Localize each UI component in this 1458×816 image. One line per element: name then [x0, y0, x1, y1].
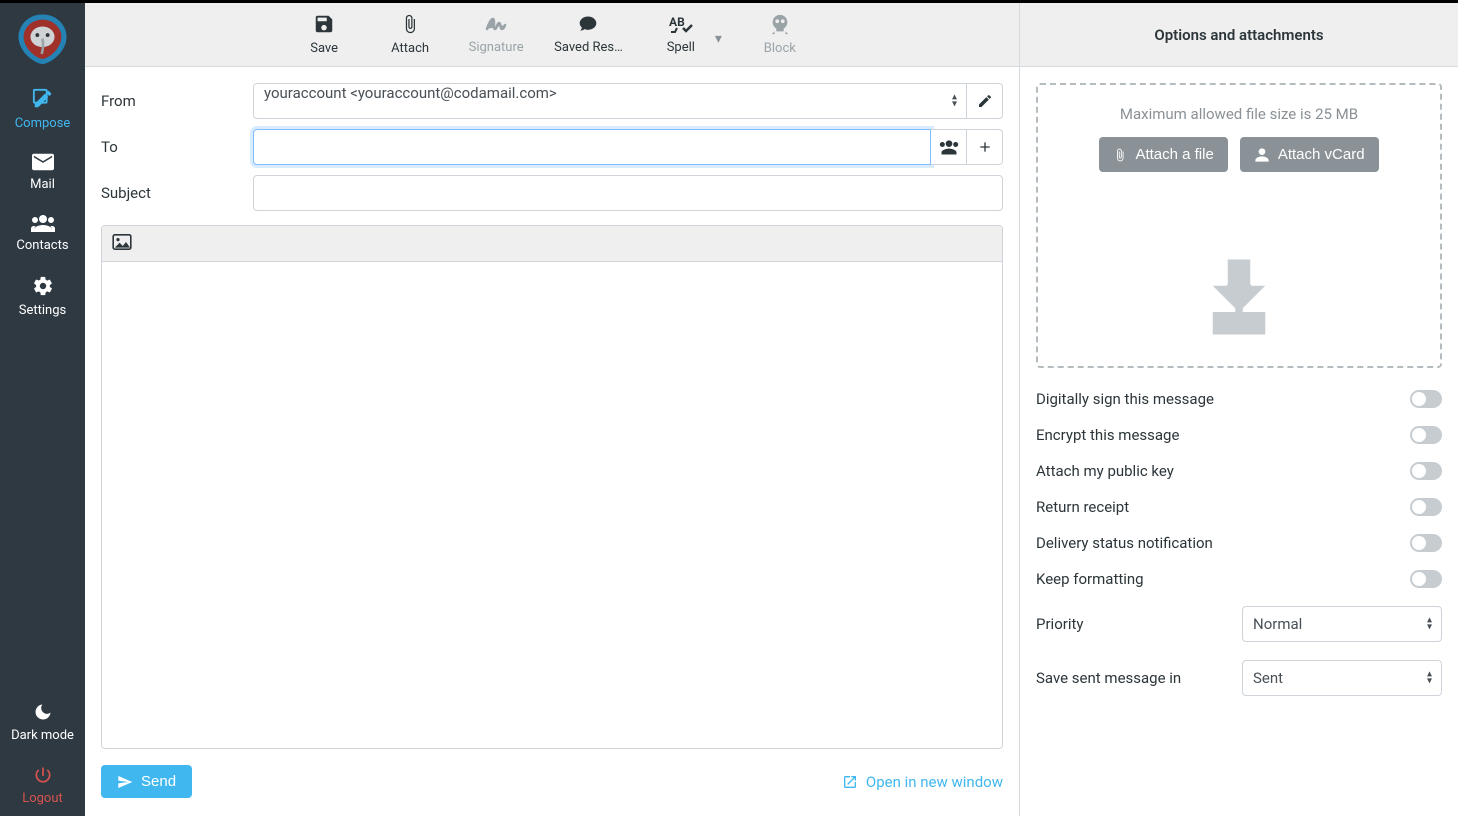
editor: [101, 225, 1003, 749]
saved-responses-button[interactable]: Saved Res…: [554, 14, 623, 55]
download-icon: [1194, 252, 1284, 342]
savein-select[interactable]: Sent: [1242, 660, 1442, 696]
main-column: Save Attach Signature Saved Res… AB Spel…: [85, 3, 1020, 816]
attach-vcard-button[interactable]: Attach vCard: [1240, 137, 1379, 172]
add-recipient-button[interactable]: [967, 129, 1003, 165]
sidebar-item-label: Contacts: [16, 238, 68, 253]
sidebar-item-contacts[interactable]: Contacts: [0, 202, 85, 263]
sidebar-item-label: Mail: [30, 177, 55, 192]
paperclip-icon: [400, 13, 420, 35]
toolbar-label: Signature: [469, 40, 524, 55]
sidebar-item-compose[interactable]: Compose: [0, 76, 85, 141]
image-icon: [112, 234, 132, 250]
send-icon: [117, 774, 133, 790]
edit-identity-button[interactable]: [967, 83, 1003, 119]
sidebar-item-logout[interactable]: Logout: [0, 753, 85, 816]
option-label: Encrypt this message: [1036, 426, 1179, 444]
to-input[interactable]: [253, 129, 931, 165]
send-button[interactable]: Send: [101, 765, 192, 798]
save-button[interactable]: Save: [296, 13, 352, 56]
maxsize-hint: Maximum allowed file size is 25 MB: [1050, 105, 1428, 123]
from-label: From: [101, 92, 253, 110]
toolbar-label: Attach: [391, 41, 429, 56]
app-logo: [15, 11, 70, 66]
subject-label: Subject: [101, 184, 253, 202]
attach-file-button[interactable]: Attach a file: [1099, 137, 1227, 172]
option-label: Delivery status notification: [1036, 534, 1213, 552]
editor-toolbar: [102, 226, 1002, 262]
toolbar-label: Block: [764, 41, 796, 56]
sidebar-item-label: Dark mode: [11, 728, 74, 743]
mail-icon: [32, 153, 54, 171]
savein-label: Save sent message in: [1036, 669, 1181, 687]
signature-button: Signature: [468, 14, 524, 55]
toggle-sign[interactable]: [1410, 390, 1442, 408]
contacts-icon: [939, 139, 959, 155]
save-icon: [313, 13, 335, 35]
toggle-return-receipt[interactable]: [1410, 498, 1442, 516]
priority-select[interactable]: Normal: [1242, 606, 1442, 642]
toggle-attach-key[interactable]: [1410, 462, 1442, 480]
spell-dropdown-caret[interactable]: ▾: [715, 31, 722, 47]
sidebar-item-mail[interactable]: Mail: [0, 141, 85, 202]
paperclip-icon: [1113, 147, 1127, 163]
toolbar-label: Save: [310, 41, 338, 56]
subject-input[interactable]: [253, 175, 1003, 211]
skull-icon: [769, 13, 791, 35]
message-body[interactable]: [102, 262, 1002, 748]
comment-icon: [577, 14, 599, 34]
button-label: Attach vCard: [1278, 146, 1365, 163]
attach-button[interactable]: Attach: [382, 13, 438, 56]
moon-icon: [33, 702, 53, 722]
toggle-keep-formatting[interactable]: [1410, 570, 1442, 588]
attachment-dropzone[interactable]: Maximum allowed file size is 25 MB Attac…: [1036, 83, 1442, 368]
gear-icon: [32, 275, 54, 297]
spellcheck-icon: AB: [669, 14, 693, 34]
compose-area: From youraccount <youraccount@codamail.c…: [85, 67, 1019, 816]
option-label: Attach my public key: [1036, 462, 1174, 480]
from-select[interactable]: youraccount <youraccount@codamail.com>: [253, 83, 967, 119]
toolbar-label: Spell: [667, 40, 695, 55]
compose-icon: [32, 88, 54, 110]
power-icon: [33, 765, 53, 785]
sidebar-item-label: Settings: [19, 303, 66, 318]
plus-icon: [977, 139, 993, 155]
to-label: To: [101, 138, 253, 156]
toggle-dsn[interactable]: [1410, 534, 1442, 552]
block-button: Block: [752, 13, 808, 56]
sidebar: Compose Mail Contacts Settings Dark mode…: [0, 3, 85, 816]
button-label: Send: [141, 773, 176, 790]
sidebar-item-label: Logout: [22, 791, 63, 806]
spell-button[interactable]: AB Spell: [653, 14, 709, 55]
sidebar-item-label: Compose: [15, 116, 71, 131]
insert-image-button[interactable]: [112, 234, 132, 254]
priority-label: Priority: [1036, 615, 1083, 633]
toolbar-label: Saved Res…: [554, 40, 623, 55]
signature-icon: [484, 14, 508, 34]
open-new-window-link[interactable]: Open in new window: [842, 773, 1003, 791]
right-panel: Options and attachments Maximum allowed …: [1020, 3, 1458, 816]
contacts-icon: [31, 214, 55, 232]
right-panel-title: Options and attachments: [1020, 3, 1458, 67]
option-label: Return receipt: [1036, 498, 1129, 516]
link-label: Open in new window: [866, 773, 1003, 791]
external-icon: [842, 774, 858, 790]
user-icon: [1254, 147, 1270, 163]
toolbar: Save Attach Signature Saved Res… AB Spel…: [85, 3, 1019, 67]
sidebar-item-darkmode[interactable]: Dark mode: [0, 690, 85, 753]
option-label: Keep formatting: [1036, 570, 1144, 588]
button-label: Attach a file: [1135, 146, 1213, 163]
sidebar-item-settings[interactable]: Settings: [0, 263, 85, 328]
pencil-icon: [977, 93, 993, 109]
svg-text:AB: AB: [669, 15, 685, 29]
option-label: Digitally sign this message: [1036, 390, 1214, 408]
toggle-encrypt[interactable]: [1410, 426, 1442, 444]
pick-contacts-button[interactable]: [931, 129, 967, 165]
